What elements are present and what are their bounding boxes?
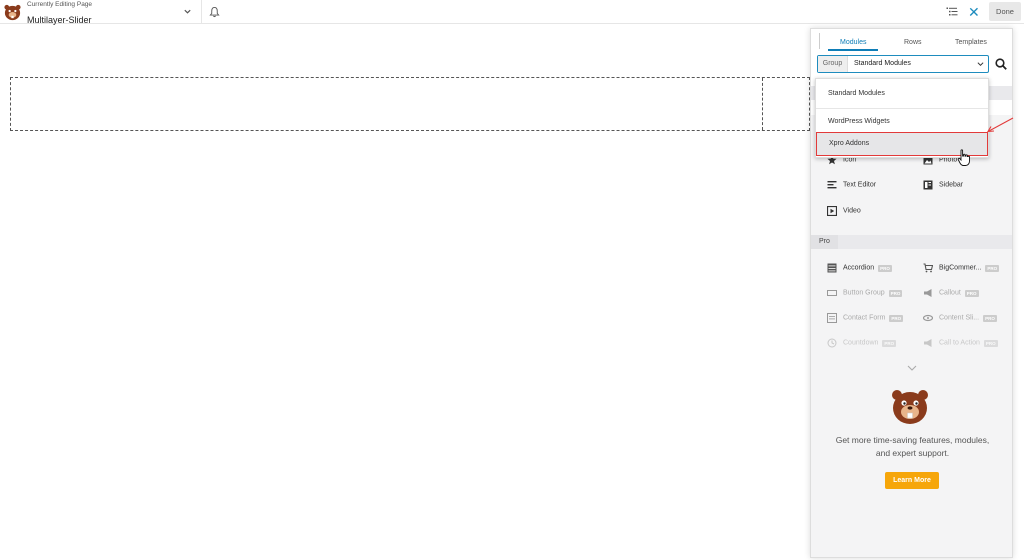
- pro-badge: PRO: [888, 289, 903, 297]
- module-label: Sidebar: [939, 181, 964, 189]
- video-icon: [827, 206, 837, 216]
- module-bigcommerce[interactable]: BigCommer... PRO: [923, 263, 1000, 273]
- promo-text: Get more time-saving features, modules, …: [835, 435, 990, 458]
- section-header-pro: Pro: [811, 235, 1012, 249]
- search-icon[interactable]: [995, 58, 1007, 70]
- page-title: Multilayer-Slider: [27, 14, 92, 25]
- text-editor-icon: [827, 181, 837, 189]
- module-label: Contact Form: [843, 314, 886, 322]
- chevron-down-icon[interactable]: [977, 61, 984, 67]
- top-bar: Currently Editing Page Multilayer-Slider…: [0, 0, 1024, 24]
- close-panel-icon[interactable]: ✕: [968, 5, 980, 19]
- sidebar-icon: [923, 180, 933, 190]
- tab-rows[interactable]: Rows: [904, 39, 922, 46]
- pro-badge: PRO: [985, 264, 1000, 272]
- dropdown-option-wordpress-widgets[interactable]: WordPress Widgets: [816, 109, 988, 133]
- hand-cursor-icon: [957, 149, 970, 166]
- form-icon: [827, 313, 837, 323]
- module-label: BigCommer...: [939, 264, 982, 272]
- empty-row-placeholder[interactable]: [10, 77, 810, 131]
- done-button[interactable]: Done: [989, 2, 1021, 21]
- pro-badge: PRO: [983, 339, 998, 347]
- chevron-down-icon[interactable]: [183, 7, 192, 16]
- upgrade-promo: Get more time-saving features, modules, …: [811, 356, 1012, 557]
- tab-templates[interactable]: Templates: [955, 39, 987, 46]
- clock-icon: [827, 338, 837, 348]
- beaver-logo-icon: [4, 4, 21, 21]
- panel-resize-handle[interactable]: [819, 33, 820, 49]
- module-accordion[interactable]: Accordion PRO: [827, 263, 892, 273]
- slider-icon: [923, 314, 933, 322]
- module-label: Callout: [939, 289, 961, 297]
- pro-badge: PRO: [889, 314, 904, 322]
- group-dropdown-menu: Standard Modules WordPress Widgets Xpro …: [815, 78, 989, 158]
- module-sidebar[interactable]: Sidebar: [923, 180, 963, 190]
- group-label: Group: [818, 56, 848, 72]
- module-countdown[interactable]: Countdown PRO: [827, 338, 897, 348]
- module-label: Text Editor: [843, 181, 877, 189]
- cart-icon: [923, 263, 933, 273]
- pro-badge: PRO: [882, 339, 897, 347]
- module-call-to-action[interactable]: Call to Action PRO: [923, 338, 998, 348]
- module-label: Video: [843, 207, 861, 215]
- pro-badge: PRO: [964, 289, 979, 297]
- section-label: Pro: [811, 235, 838, 249]
- learn-more-button[interactable]: Learn More: [885, 472, 939, 489]
- group-selected-value[interactable]: Standard Modules: [854, 56, 911, 72]
- outline-list-icon[interactable]: [946, 7, 958, 17]
- megaphone-icon: [924, 339, 932, 347]
- module-contact-form[interactable]: Contact Form PRO: [827, 313, 904, 323]
- module-video[interactable]: Video: [827, 206, 861, 216]
- module-label: Countdown: [843, 339, 879, 347]
- tab-modules[interactable]: Modules: [840, 39, 866, 46]
- page-info[interactable]: Currently Editing Page Multilayer-Slider: [27, 1, 93, 27]
- annotation-arrow-icon: [986, 117, 1014, 133]
- editing-label: Currently Editing Page: [27, 1, 93, 8]
- module-label: Button Group: [843, 289, 885, 297]
- pro-badge: PRO: [878, 264, 892, 272]
- module-label: Accordion: [843, 264, 875, 272]
- group-select[interactable]: Group Standard Modules: [817, 55, 989, 73]
- module-button-group[interactable]: Button Group PRO: [827, 288, 903, 298]
- button-group-icon: [827, 290, 837, 296]
- chevron-down-icon[interactable]: [907, 365, 917, 371]
- active-tab-indicator: [828, 49, 878, 51]
- bell-icon[interactable]: [209, 6, 220, 18]
- dropdown-option-standard-modules[interactable]: Standard Modules: [816, 79, 988, 108]
- beaver-mascot-icon: [892, 390, 928, 424]
- module-label: Content Sli...: [939, 314, 980, 322]
- module-text-editor[interactable]: Text Editor: [827, 180, 876, 190]
- module-callout[interactable]: Callout PRO: [923, 288, 979, 298]
- pro-badge: PRO: [983, 314, 997, 322]
- divider: [201, 0, 202, 24]
- module-content-slider[interactable]: Content Sli... PRO: [923, 313, 997, 323]
- module-label: Call to Action: [939, 339, 980, 347]
- accordion-icon: [827, 263, 837, 273]
- column-placeholder[interactable]: [11, 78, 763, 130]
- megaphone-icon: [924, 289, 932, 297]
